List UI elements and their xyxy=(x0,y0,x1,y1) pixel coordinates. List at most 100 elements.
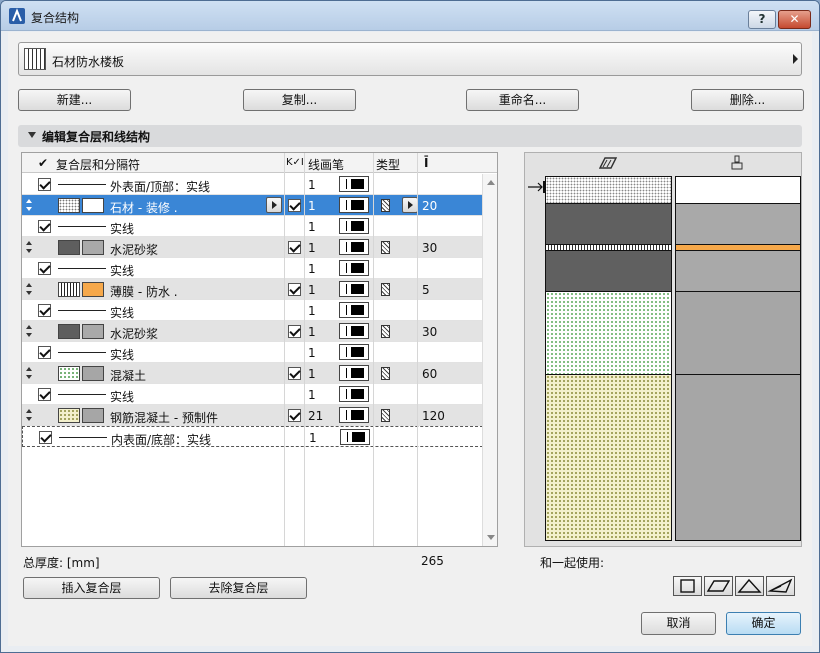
pen-weight-swatch[interactable] xyxy=(339,302,369,318)
fill-pattern-swatch[interactable] xyxy=(58,366,80,381)
chevron-right-icon[interactable] xyxy=(266,197,282,213)
layer-visibility-checkbox[interactable] xyxy=(288,325,301,338)
drag-handle-icon[interactable] xyxy=(26,283,32,295)
drag-handle-icon[interactable] xyxy=(26,409,32,421)
pen-weight-swatch[interactable] xyxy=(339,407,369,423)
layer-visibility-checkbox[interactable] xyxy=(288,409,301,422)
pen-weight-swatch[interactable] xyxy=(339,197,369,213)
layer-thickness[interactable]: 60 xyxy=(422,367,437,381)
fill-pattern-swatch[interactable] xyxy=(58,198,80,213)
fill-color-swatch[interactable] xyxy=(82,324,104,339)
pen-number[interactable]: 21 xyxy=(308,409,323,423)
pen-number[interactable]: 1 xyxy=(308,241,316,255)
delete-button[interactable]: 删除... xyxy=(691,89,804,111)
pen-weight-swatch[interactable] xyxy=(339,281,369,297)
duplicate-button[interactable]: 复制... xyxy=(243,89,356,111)
check-all-icon[interactable]: ✔ xyxy=(38,156,48,170)
line-checkbox[interactable] xyxy=(38,388,51,401)
scroll-up-icon[interactable] xyxy=(487,180,495,185)
pen-weight-swatch[interactable] xyxy=(339,218,369,234)
remove-layer-button[interactable]: 去除复合层 xyxy=(170,577,307,599)
scroll-down-icon[interactable] xyxy=(487,535,495,540)
pen-weight-swatch[interactable] xyxy=(339,344,369,360)
rename-button[interactable]: 重命名... xyxy=(466,89,579,111)
drag-handle-icon[interactable] xyxy=(26,241,32,253)
shell-use-icon[interactable] xyxy=(766,576,795,596)
layer-row[interactable]: 水泥砂浆 1 30 xyxy=(22,237,483,258)
separator-row[interactable]: 外表面/顶部：实线 1 xyxy=(22,174,483,195)
close-button[interactable]: ✕ xyxy=(778,10,811,29)
layer-visibility-checkbox[interactable] xyxy=(288,367,301,380)
pen-weight-swatch[interactable] xyxy=(339,323,369,339)
insert-layer-button[interactable]: 插入复合层 xyxy=(23,577,160,599)
pen-number[interactable]: 1 xyxy=(308,199,316,213)
layer-type-icon[interactable] xyxy=(381,409,390,422)
line-checkbox[interactable] xyxy=(38,304,51,317)
line-checkbox[interactable] xyxy=(38,178,51,191)
pen-number[interactable]: 1 xyxy=(308,178,316,192)
fill-color-swatch[interactable] xyxy=(82,366,104,381)
fill-color-swatch[interactable] xyxy=(82,240,104,255)
line-type-swatch[interactable] xyxy=(58,226,106,227)
layer-visibility-checkbox[interactable] xyxy=(288,241,301,254)
line-type-swatch[interactable] xyxy=(58,184,106,185)
fill-pattern-swatch[interactable] xyxy=(58,408,80,423)
pen-number[interactable]: 1 xyxy=(309,431,317,445)
new-button[interactable]: 新建... xyxy=(18,89,131,111)
layer-thickness[interactable]: 120 xyxy=(422,409,445,423)
pen-weight-swatch[interactable] xyxy=(339,386,369,402)
pen-weight-swatch[interactable] xyxy=(339,260,369,276)
fill-color-swatch[interactable] xyxy=(82,282,104,297)
drag-handle-icon[interactable] xyxy=(26,367,32,379)
separator-row[interactable]: 实线 1 xyxy=(22,300,483,321)
line-type-swatch[interactable] xyxy=(58,310,106,311)
pen-number[interactable]: 1 xyxy=(308,388,316,402)
layer-visibility-checkbox[interactable] xyxy=(288,283,301,296)
pen-weight-swatch[interactable] xyxy=(340,429,370,445)
line-checkbox[interactable] xyxy=(39,431,52,444)
help-button[interactable]: ? xyxy=(748,10,776,29)
layer-row[interactable]: 钢筋混凝土 - 预制件 21 120 xyxy=(22,405,483,426)
pen-weight-swatch[interactable] xyxy=(339,176,369,192)
separator-row[interactable]: 内表面/底部：实线 1 xyxy=(22,426,483,447)
layer-row[interactable]: 石材 - 装修 . 1 20 xyxy=(22,195,483,216)
layer-thickness[interactable]: 30 xyxy=(422,325,437,339)
layer-thickness[interactable]: 30 xyxy=(422,241,437,255)
edit-structure-section[interactable]: 编辑复合层和线结构 xyxy=(18,125,802,147)
layer-thickness[interactable]: 5 xyxy=(422,283,430,297)
line-checkbox[interactable] xyxy=(38,262,51,275)
pen-number[interactable]: 1 xyxy=(308,304,316,318)
composite-selector[interactable]: 石材防水楼板 xyxy=(18,42,802,76)
layer-row[interactable]: 混凝土 1 60 xyxy=(22,363,483,384)
table-scrollbar[interactable] xyxy=(482,174,497,546)
separator-row[interactable]: 实线 1 xyxy=(22,342,483,363)
layer-type-icon[interactable] xyxy=(381,283,390,296)
wall-use-icon[interactable] xyxy=(673,576,702,596)
pen-number[interactable]: 1 xyxy=(308,220,316,234)
pen-number[interactable]: 1 xyxy=(308,346,316,360)
pen-number[interactable]: 1 xyxy=(308,262,316,276)
line-checkbox[interactable] xyxy=(38,346,51,359)
fill-pattern-swatch[interactable] xyxy=(58,324,80,339)
line-type-swatch[interactable] xyxy=(59,437,107,438)
separator-row[interactable]: 实线 1 xyxy=(22,258,483,279)
pen-number[interactable]: 1 xyxy=(308,283,316,297)
layer-type-icon[interactable] xyxy=(381,199,390,212)
line-type-swatch[interactable] xyxy=(58,352,106,353)
fill-color-swatch[interactable] xyxy=(82,408,104,423)
layer-visibility-checkbox[interactable] xyxy=(288,199,301,212)
pen-number[interactable]: 1 xyxy=(308,367,316,381)
drag-handle-icon[interactable] xyxy=(26,325,32,337)
pen-weight-swatch[interactable] xyxy=(339,239,369,255)
cancel-button[interactable]: 取消 xyxy=(641,612,716,635)
layer-type-icon[interactable] xyxy=(381,241,390,254)
line-type-swatch[interactable] xyxy=(58,394,106,395)
layer-row[interactable]: 薄膜 - 防水 . 1 5 xyxy=(22,279,483,300)
layer-type-icon[interactable] xyxy=(381,325,390,338)
line-checkbox[interactable] xyxy=(38,220,51,233)
drag-handle-icon[interactable] xyxy=(26,199,32,211)
layer-row[interactable]: 水泥砂浆 1 30 xyxy=(22,321,483,342)
fill-pattern-swatch[interactable] xyxy=(58,282,80,297)
fill-color-swatch[interactable] xyxy=(82,198,104,213)
fill-pattern-swatch[interactable] xyxy=(58,240,80,255)
